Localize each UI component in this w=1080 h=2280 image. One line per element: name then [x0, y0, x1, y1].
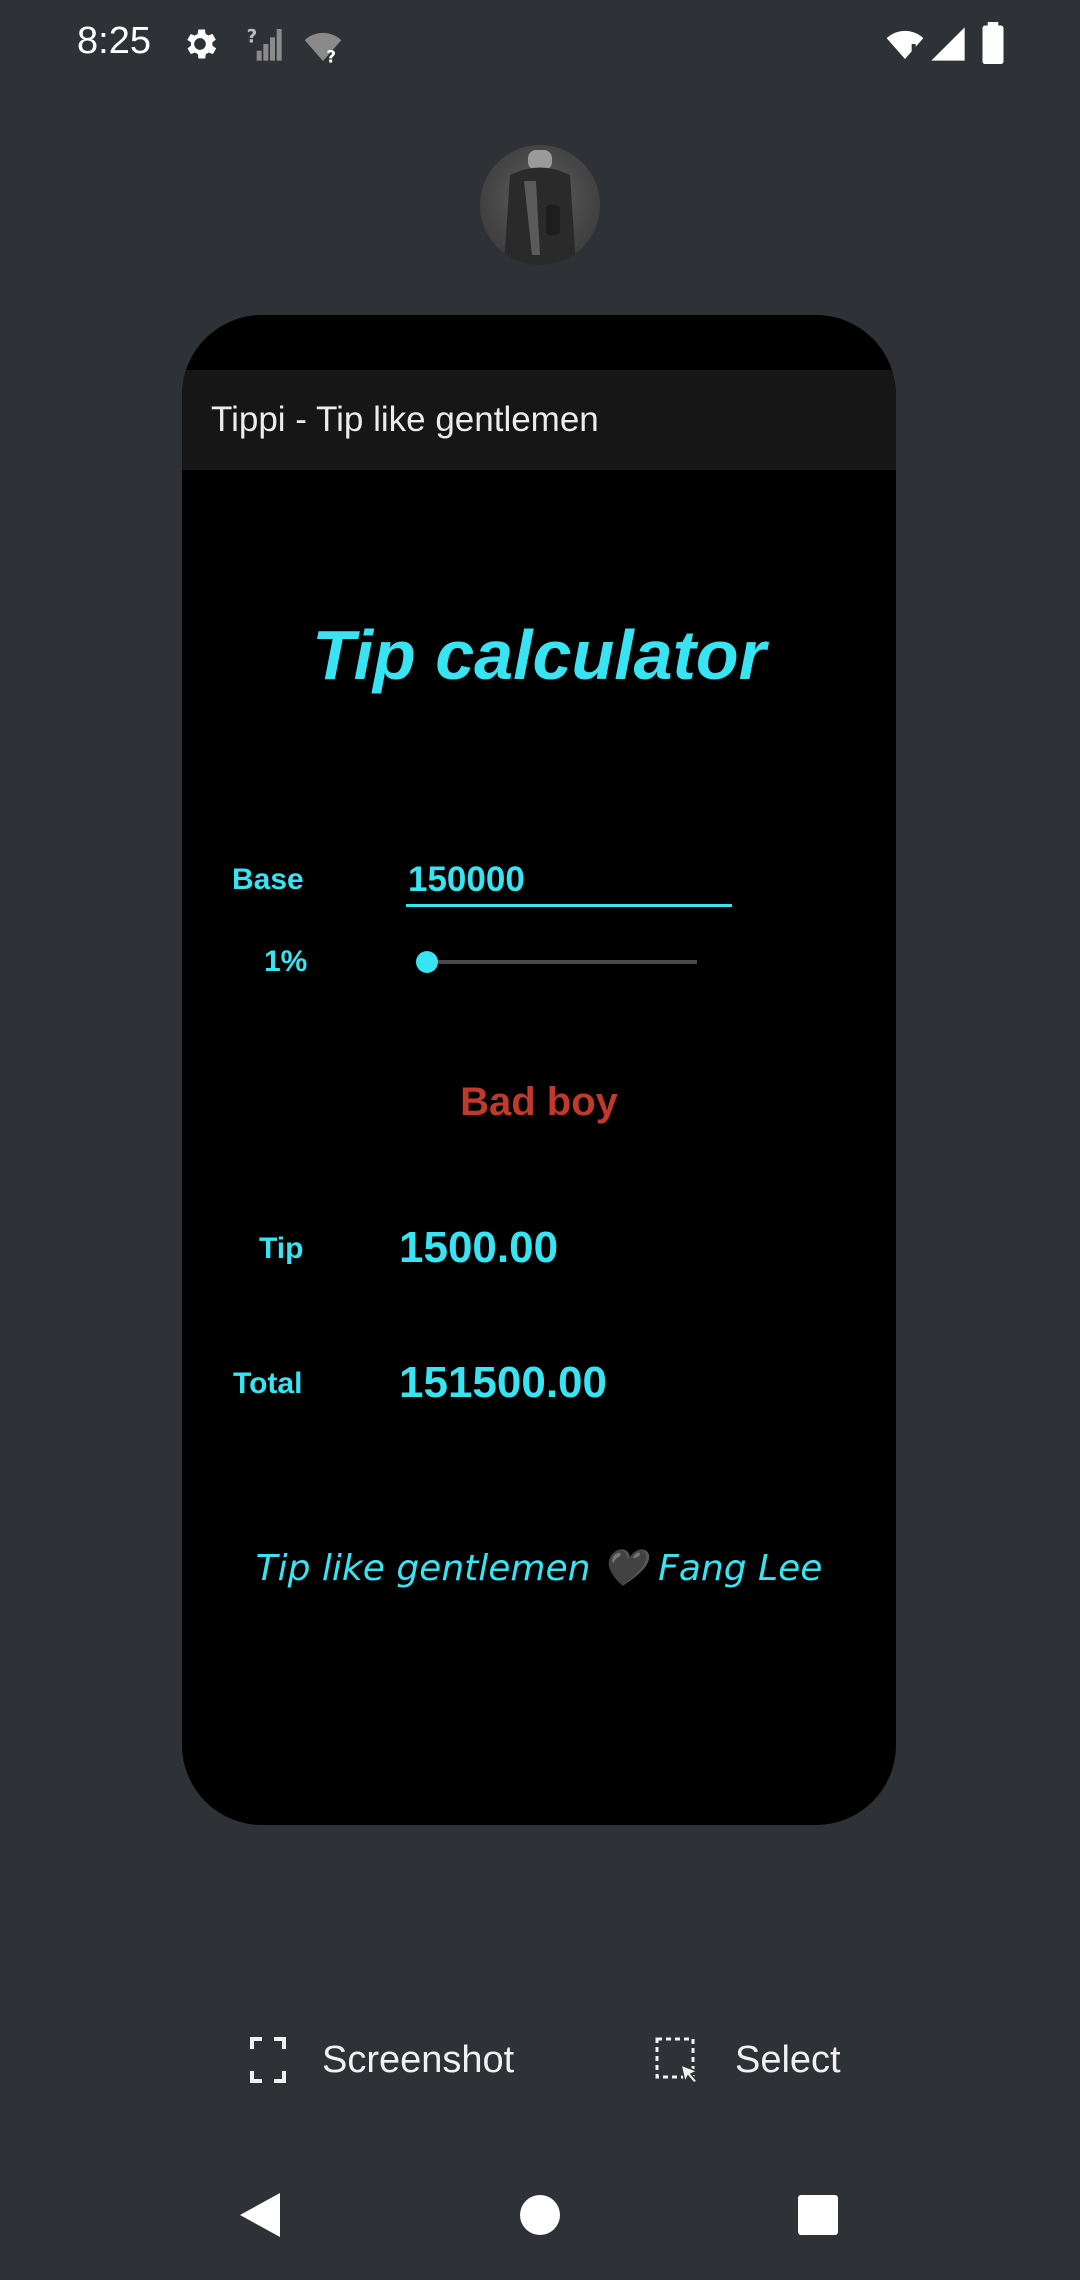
tip-label: Tip	[259, 1232, 304, 1265]
tip-verdict: Bad boy	[460, 1080, 618, 1124]
select-label: Select	[735, 2038, 841, 2081]
select-button[interactable]: Select	[655, 2030, 841, 2090]
battery-icon	[982, 22, 1004, 64]
svg-text:?: ?	[247, 26, 258, 47]
footer-text-before: Tip like gentlemen	[255, 1548, 602, 1589]
app-icon-avatar[interactable]	[480, 145, 600, 265]
select-icon	[655, 2037, 699, 2085]
svg-text:?: ?	[326, 48, 336, 66]
person-photo-icon	[504, 150, 576, 265]
home-icon[interactable]	[518, 2193, 562, 2237]
tip-percent-label: 1%	[264, 945, 308, 978]
base-amount-input[interactable]	[406, 855, 732, 907]
no-signal-icon: ?	[247, 26, 282, 61]
app-action-bar: Tippi - Tip like gentlemen	[182, 370, 896, 470]
page-title: Tip calculator	[312, 616, 766, 694]
total-amount: 151500.00	[399, 1358, 607, 1407]
heart-icon: 🖤	[601, 1548, 647, 1589]
tip-percent-slider[interactable]	[416, 947, 697, 977]
tip-amount: 1500.00	[399, 1223, 559, 1272]
wifi-icon	[886, 30, 924, 60]
slider-thumb[interactable]	[416, 951, 438, 973]
cell-signal-icon	[931, 27, 965, 61]
wifi-unknown-icon: ?	[304, 32, 342, 66]
total-label: Total	[233, 1367, 303, 1400]
back-icon[interactable]	[236, 2190, 282, 2240]
status-bar: 8:25 ? ?	[0, 0, 1080, 88]
app-preview-card[interactable]: Tippi - Tip like gentlemen Tip calculato…	[182, 315, 896, 1825]
footer-signature: Tip like gentlemen 🖤 Fang Lee	[182, 1547, 896, 1589]
status-time: 8:25	[77, 20, 151, 62]
slider-track	[427, 960, 697, 964]
app-title: Tippi - Tip like gentlemen	[211, 400, 599, 439]
screenshot-button[interactable]: Screenshot	[250, 2030, 514, 2090]
footer-text-after: Fang Lee	[646, 1548, 823, 1589]
base-label: Base	[232, 863, 304, 896]
screenshot-icon	[250, 2037, 286, 2083]
settings-gear-icon	[187, 29, 217, 59]
screenshot-label: Screenshot	[322, 2038, 515, 2081]
recents-overview-icon[interactable]	[797, 2194, 839, 2236]
